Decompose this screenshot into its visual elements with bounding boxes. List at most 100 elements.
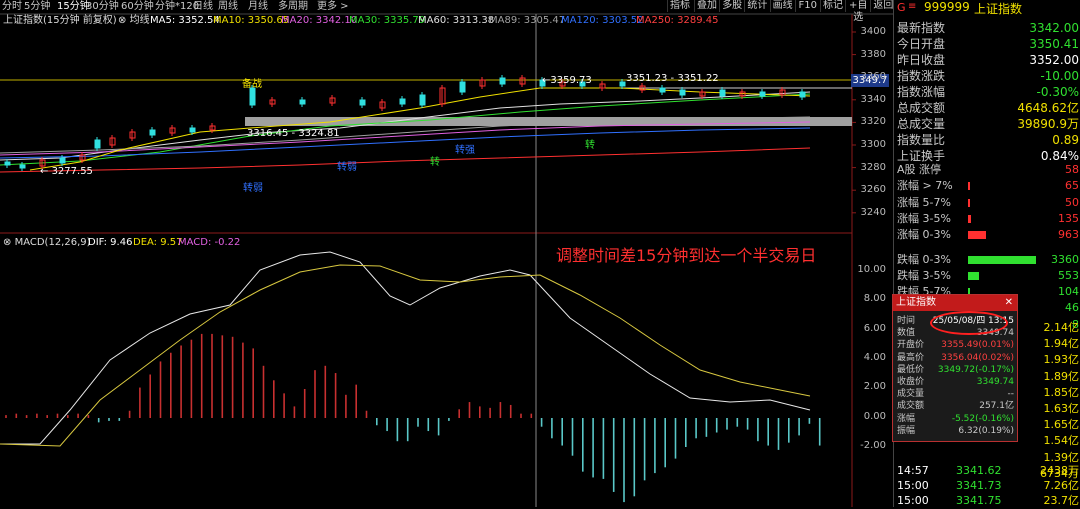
menu-icon[interactable]: ≡ <box>908 1 916 12</box>
candle <box>94 139 101 149</box>
period-tab[interactable]: 30分钟 <box>86 0 119 13</box>
breadth-label: 涨幅 > 7% <box>897 179 953 193</box>
macd-dea: DEA: 9.57 <box>133 237 183 248</box>
popup-label: 涨幅 <box>897 413 916 424</box>
breadth-value: 135 <box>1058 211 1079 225</box>
ma-value: MA10: 3350.65 <box>213 15 290 26</box>
close-icon[interactable]: ✕ <box>1005 295 1013 311</box>
breadth-value: 65 <box>1065 179 1079 193</box>
quote-label: 指数量比 <box>897 133 946 147</box>
candle <box>719 89 726 97</box>
quote-value: 3342.00 <box>1029 21 1079 35</box>
toolbar-button[interactable]: F10 <box>794 0 820 12</box>
breadth-row: 涨幅 > 7% 65 <box>894 178 1080 194</box>
toolbar-button[interactable]: 叠加 <box>694 0 719 12</box>
quote-label: 最新指数 <box>897 21 946 35</box>
price-tick: 3260 <box>860 184 886 196</box>
price-tick: 3320 <box>860 116 886 128</box>
price-tick: 3400 <box>860 26 886 37</box>
toolbar-button[interactable]: 返回 <box>870 0 895 12</box>
trade-time: 15:00 <box>897 479 929 492</box>
ma-line <box>0 147 811 173</box>
turnover-value: 1.93亿 <box>1043 353 1080 367</box>
breadth-value: 3360 <box>1051 252 1079 266</box>
breadth-bar <box>968 198 970 207</box>
range-annotation-2: 3316.45 - 3324.81 <box>247 128 340 139</box>
ma-toggle[interactable]: ⊗ 均线 <box>118 14 150 27</box>
popup-header: 上证指数 ✕ <box>893 295 1017 311</box>
turnover-value: 1.54亿 <box>1043 434 1080 448</box>
dif-line <box>0 251 811 445</box>
popup-value: 3349.74 <box>976 377 1014 387</box>
period-tab[interactable]: 60分钟 <box>121 0 154 13</box>
macd-icon: ⊗ <box>3 237 12 248</box>
period-tab[interactable]: 分时 <box>2 0 22 13</box>
popup-row: 成交额 257.1亿 <box>893 400 1017 412</box>
popup-row: 成交量 -- <box>893 388 1017 400</box>
period-tab[interactable]: 更多 > <box>317 0 349 13</box>
period-tab[interactable]: 周线 <box>218 0 238 13</box>
breadth-bar <box>968 182 970 191</box>
popup-label: 最高价 <box>897 352 925 363</box>
ma-value: MA120: 3303.52 <box>561 15 644 26</box>
quote-label: 昨日收盘 <box>897 53 946 67</box>
candle <box>399 98 406 105</box>
turnover-value: 2.14亿 <box>1043 321 1080 334</box>
breadth-bar <box>968 255 1036 264</box>
quote-label: 指数涨幅 <box>897 85 946 99</box>
period-tab[interactable]: 15分钟 <box>57 0 90 13</box>
trade-price: 3341.73 <box>956 479 1002 492</box>
candle <box>499 77 506 85</box>
toolbar-button[interactable]: 多股 <box>719 0 744 12</box>
ma-value: MA60: 3313.38 <box>418 15 495 26</box>
price-tick: 3300 <box>860 139 886 150</box>
low-annotation: ← 3277.55 <box>40 166 93 177</box>
macd-tick: -2.00 <box>860 439 886 451</box>
popup-value: 3349.72(-0.17%) <box>937 364 1014 375</box>
breadth-label: 涨幅 3-5% <box>897 211 951 225</box>
breadth-label: 涨幅 5-7% <box>897 195 951 209</box>
breadth-bar <box>968 271 979 280</box>
quote-label: 总成交额 <box>897 101 946 115</box>
candle <box>459 81 466 93</box>
toolbar-button[interactable]: 标记 <box>820 0 845 12</box>
popup-row: 涨幅 -5.52(-0.16%) <box>893 413 1017 425</box>
ma-value: MA20: 3342.10 <box>281 15 358 26</box>
quote-row: 指数涨幅 -0.30% <box>894 84 1080 100</box>
quote-value: 39890.9万 <box>1017 117 1079 131</box>
quote-row: 总成交量 39890.9万 <box>894 116 1080 132</box>
range-annotation-1: 3351.23 - 3351.22 <box>626 73 719 84</box>
candle <box>619 81 626 87</box>
quote-row: 总成交额 4648.62亿 <box>894 100 1080 116</box>
breadth-row: 涨幅 5-7% 50 <box>894 195 1080 211</box>
breadth-row: 涨幅 3-5% 135 <box>894 211 1080 227</box>
high-value: 3359.73 <box>550 75 592 86</box>
trade-row: 15:00 3341.73 7.26亿 <box>894 478 1080 494</box>
period-tab[interactable]: 多周期 <box>278 0 308 13</box>
toolbar-button[interactable]: 画线 <box>769 0 795 12</box>
crosshair-info-popup: 上证指数 ✕ 时间 25/05/08/四 13:15 数值 3349.74 开盘价 335… <box>892 294 1018 442</box>
quote-value: -10.00 <box>1040 69 1079 83</box>
popup-row: 开盘价 3355.49(0.01%) <box>893 339 1017 351</box>
period-tab[interactable]: 日线 <box>193 0 213 13</box>
period-tab[interactable]: 月线 <box>248 0 268 13</box>
toolbar-button[interactable]: +自选 <box>845 0 870 23</box>
trade-price: 3341.62 <box>956 464 1002 477</box>
high-annotation: ←3359.73 <box>542 75 592 86</box>
macd-tick: 0.00 <box>863 410 886 422</box>
candle <box>679 89 686 96</box>
toolbar-button[interactable]: 指标 <box>667 0 692 12</box>
macd-tick: 10.00 <box>857 264 886 275</box>
turnover-value: 1.94亿 <box>1043 337 1080 351</box>
breadth-value: 104 <box>1058 285 1079 299</box>
signal-tag: 转强 <box>455 145 475 156</box>
popup-value: 3355.49(0.01%) <box>941 340 1014 351</box>
breadth-row: 跌幅 0-3% 3360 <box>894 252 1080 268</box>
group-badge: G <box>897 1 906 14</box>
breadth-value: 50 <box>1065 195 1079 209</box>
period-tab[interactable]: 5分钟 <box>24 0 50 13</box>
toolbar-button[interactable]: 统计 <box>744 0 769 12</box>
breadth-row: 涨幅 0-3% 963 <box>894 227 1080 243</box>
popup-label: 收盘价 <box>897 377 925 387</box>
ma-line <box>0 93 811 166</box>
